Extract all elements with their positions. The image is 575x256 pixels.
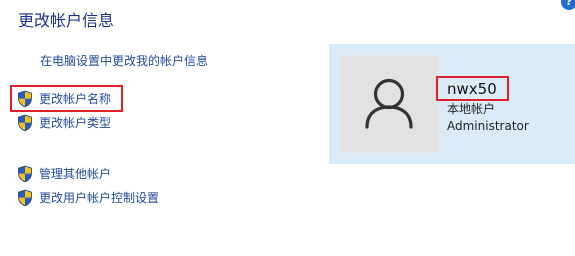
uac-shield-icon bbox=[17, 189, 33, 207]
change-account-name-link[interactable]: 更改帐户名称 bbox=[17, 90, 111, 108]
uac-shield-icon bbox=[17, 114, 33, 132]
change-account-type-label: 更改帐户类型 bbox=[39, 116, 112, 130]
uac-settings-label: 更改用户帐户控制设置 bbox=[39, 191, 160, 205]
account-name: nwx50 bbox=[447, 80, 497, 98]
help-icon[interactable]: ? bbox=[561, 0, 575, 10]
page-title: 更改帐户信息 bbox=[18, 11, 115, 30]
change-account-type-link[interactable]: 更改帐户类型 bbox=[17, 114, 111, 132]
manage-other-accounts-link[interactable]: 管理其他帐户 bbox=[17, 165, 111, 183]
account-type: 本地帐户 bbox=[447, 102, 496, 116]
uac-shield-icon bbox=[17, 90, 33, 108]
uac-settings-link[interactable]: 更改用户帐户控制设置 bbox=[17, 189, 159, 207]
change-account-name-label: 更改帐户名称 bbox=[39, 92, 112, 106]
uac-shield-icon bbox=[17, 165, 33, 183]
user-silhouette-icon bbox=[365, 78, 413, 129]
manage-other-accounts-label: 管理其他帐户 bbox=[39, 167, 112, 181]
pc-settings-link[interactable]: 在电脑设置中更改我的帐户信息 bbox=[40, 53, 208, 69]
avatar bbox=[340, 55, 438, 153]
account-role: Administrator bbox=[447, 119, 529, 133]
